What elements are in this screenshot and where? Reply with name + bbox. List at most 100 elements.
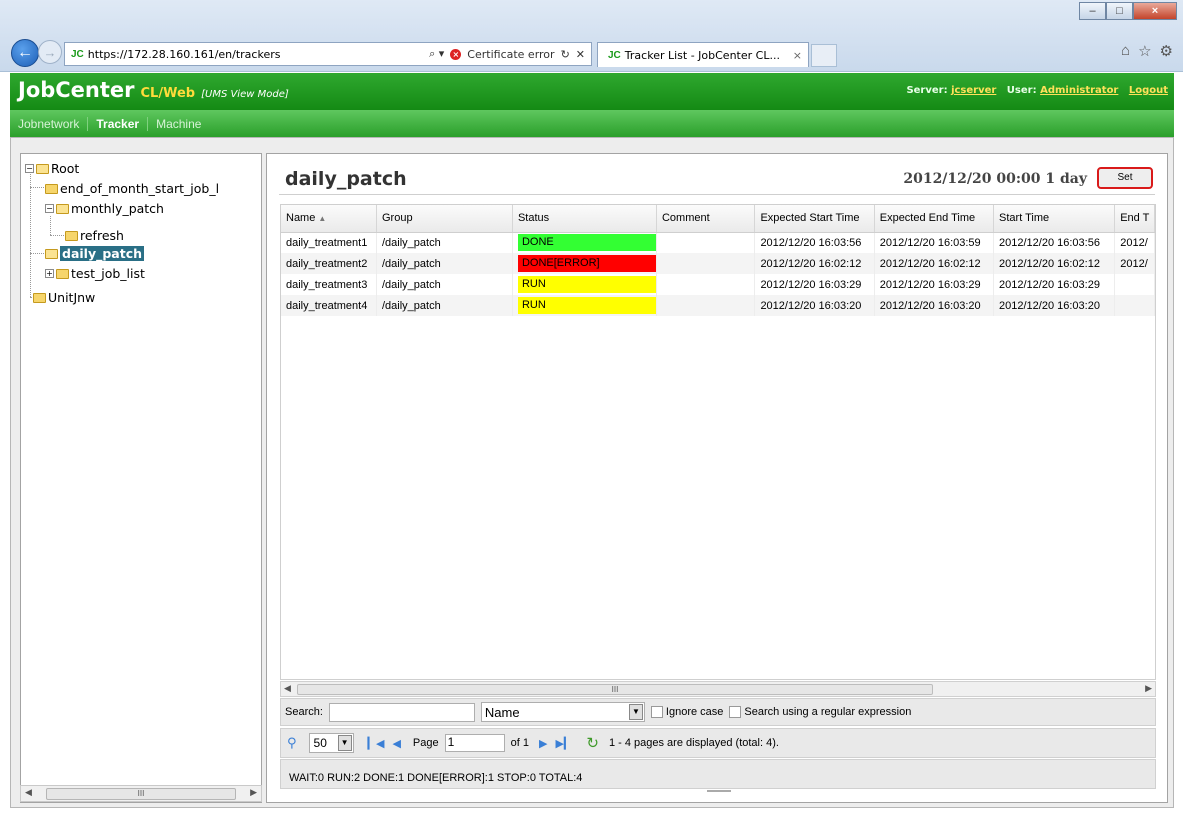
cell-name: daily_treatment2 — [281, 253, 377, 274]
folder-open-icon — [56, 203, 69, 214]
server-link[interactable]: jcserver — [951, 85, 996, 96]
first-page-icon[interactable]: ▎◀ — [368, 737, 385, 750]
expand-icon[interactable]: + — [45, 269, 54, 278]
scroll-right-icon[interactable]: ▶ — [1145, 683, 1152, 694]
star-icon[interactable]: ☆ — [1138, 42, 1151, 60]
page-input[interactable]: 1 — [444, 734, 505, 752]
tab-close-icon[interactable]: × — [793, 49, 802, 62]
tree-node-unitjnw[interactable]: UnitJnw — [33, 290, 95, 305]
home-icon[interactable]: ⌂ — [1121, 42, 1130, 60]
brand-name: JobCenter — [18, 78, 135, 102]
col-start-time[interactable]: Start Time — [993, 205, 1116, 233]
tree-node-refresh[interactable]: refresh — [65, 228, 124, 243]
regex-checkbox[interactable] — [729, 706, 742, 718]
set-button[interactable]: Set — [1097, 167, 1153, 189]
tree-horizontal-scrollbar[interactable]: ◀ III ▶ — [20, 785, 262, 802]
next-page-icon[interactable]: ▶ — [539, 737, 547, 750]
folder-icon — [45, 183, 58, 194]
scroll-left-icon[interactable]: ◀ — [284, 683, 291, 694]
search-icon[interactable]: ⚲ — [287, 735, 297, 751]
tracker-panel: daily_patch 2012/12/20 00:00 1 day Set N… — [266, 153, 1168, 803]
forward-button[interactable]: → — [38, 40, 62, 64]
menu-jobnetwork[interactable]: Jobnetwork — [10, 116, 89, 131]
tracker-table: Name ▲ Group Status Comment Expected Sta… — [280, 204, 1156, 680]
cell-status: RUN — [512, 295, 657, 316]
tree-node-daily-patch[interactable]: daily_patch — [45, 246, 145, 261]
collapse-icon[interactable]: − — [25, 164, 34, 173]
search-field-select[interactable]: Name ▼ — [480, 702, 645, 722]
close-window-button[interactable]: × — [1133, 2, 1177, 20]
tree-node-test-job-list[interactable]: + test_job_list — [45, 266, 145, 281]
menu-tracker[interactable]: Tracker — [88, 116, 149, 131]
menu-machine[interactable]: Machine — [148, 117, 209, 131]
chevron-down-icon[interactable]: ▼ — [337, 735, 352, 751]
new-tab-button[interactable] — [811, 44, 837, 67]
url-text[interactable]: https://172.28.160.161/en/trackers — [88, 48, 388, 61]
table-row[interactable]: daily_treatment4 /daily_patch RUN 2012/1… — [281, 295, 1155, 316]
scroll-right-icon[interactable]: ▶ — [250, 787, 257, 798]
gear-icon[interactable]: ⚙ — [1160, 42, 1173, 60]
prev-page-icon[interactable]: ◀ — [392, 737, 400, 750]
resize-grip[interactable] — [707, 790, 731, 792]
last-page-icon[interactable]: ▶▎ — [555, 737, 572, 750]
col-name[interactable]: Name ▲ — [281, 205, 377, 233]
collapse-icon[interactable]: − — [45, 204, 54, 213]
cell-comment — [656, 232, 756, 253]
table-row[interactable]: daily_treatment1 /daily_patch DONE 2012/… — [281, 232, 1155, 253]
cell-group: /daily_patch — [376, 274, 513, 295]
status-badge: RUN — [517, 297, 656, 314]
page-of-label: of 1 — [510, 737, 529, 749]
server-label: Server: — [906, 85, 948, 96]
chevron-down-icon[interactable]: ▼ — [628, 704, 643, 720]
back-button[interactable]: ← — [11, 39, 39, 67]
scroll-left-icon[interactable]: ◀ — [25, 787, 32, 798]
cell-start-time: 2012/12/20 16:03:20 — [993, 295, 1116, 316]
cell-end-time — [1114, 295, 1155, 316]
cell-name: daily_treatment3 — [281, 274, 377, 295]
tree-node-end-of-month[interactable]: end_of_month_start_job_l — [45, 181, 219, 196]
col-comment[interactable]: Comment — [656, 205, 756, 233]
ignore-case-checkbox[interactable] — [650, 706, 663, 718]
summary-text: WAIT:0 RUN:2 DONE:1 DONE[ERROR]:1 STOP:0… — [289, 772, 583, 784]
user-link[interactable]: Administrator — [1040, 85, 1118, 96]
table-row[interactable]: daily_treatment3 /daily_patch RUN 2012/1… — [281, 274, 1155, 295]
cell-comment — [656, 274, 756, 295]
logout-link[interactable]: Logout — [1129, 85, 1168, 96]
table-row[interactable]: daily_treatment2 /daily_patch DONE[ERROR… — [281, 253, 1155, 274]
col-expected-end[interactable]: Expected End Time — [874, 205, 995, 233]
cell-name: daily_treatment1 — [281, 232, 377, 253]
tree-node-root[interactable]: − Root — [25, 161, 79, 176]
col-expected-start[interactable]: Expected Start Time — [754, 205, 875, 233]
refresh-icon[interactable]: ↻ — [586, 734, 599, 752]
col-label: Name — [286, 212, 316, 225]
minimize-button[interactable]: – — [1079, 2, 1106, 20]
refresh-page-icon[interactable]: ↻ — [561, 48, 570, 61]
tree-node-monthly-patch[interactable]: − monthly_patch — [45, 201, 164, 216]
page-size-select[interactable]: 50 ▼ — [308, 733, 354, 753]
table-horizontal-scrollbar[interactable]: ◀ III ▶ — [280, 681, 1156, 697]
cell-start-time: 2012/12/20 16:02:12 — [993, 253, 1116, 274]
page-info: 1 - 4 pages are displayed (total: 4). — [608, 737, 779, 749]
search-dropdown-icon[interactable]: ⌕ ▾ — [429, 47, 444, 61]
scroll-thumb[interactable]: III — [297, 684, 933, 695]
scroll-thumb[interactable]: III — [46, 788, 236, 800]
col-status[interactable]: Status — [512, 205, 657, 233]
col-group[interactable]: Group — [376, 205, 513, 233]
certificate-error-label[interactable]: Certificate error — [467, 48, 554, 61]
cell-group: /daily_patch — [376, 253, 513, 274]
cell-status: DONE — [512, 232, 657, 253]
browser-tab[interactable]: JC Tracker List - JobCenter CL... × — [597, 42, 809, 67]
cell-expected-start: 2012/12/20 16:03:29 — [754, 274, 875, 295]
search-field-value: Name — [484, 704, 520, 720]
brand-sub: CL/Web — [140, 86, 196, 101]
maximize-button[interactable]: □ — [1106, 2, 1133, 20]
status-badge: DONE[ERROR] — [517, 255, 656, 272]
page-label: Page — [412, 737, 439, 749]
cell-name: daily_treatment4 — [281, 295, 377, 316]
address-bar[interactable]: JC https://172.28.160.161/en/trackers ⌕ … — [64, 42, 592, 66]
folder-icon — [33, 292, 46, 303]
tab-favicon: JC — [608, 49, 621, 61]
search-input[interactable] — [328, 702, 475, 722]
col-end-time[interactable]: End T — [1114, 205, 1155, 233]
stop-icon[interactable]: ✕ — [576, 48, 585, 61]
